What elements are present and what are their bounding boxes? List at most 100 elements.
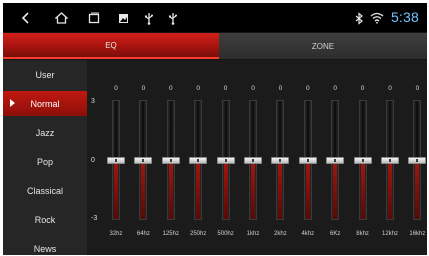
band-frequency-label: 4khz: [301, 231, 315, 237]
knob-handle-icon: [161, 156, 180, 164]
band-frequency-label: 1khz: [246, 231, 260, 237]
slider-fill: [196, 161, 201, 219]
preset-classical[interactable]: Classical: [3, 178, 87, 203]
slider-knob[interactable]: [381, 156, 399, 164]
preset-pop[interactable]: Pop: [3, 149, 87, 174]
band-frequency-label: 8khz: [356, 231, 369, 237]
tab-bar: EQ ZONE: [3, 33, 427, 59]
slider-fill: [114, 161, 118, 219]
eq-band: 0 2khz: [267, 60, 293, 255]
eq-band: 0 8khz: [350, 60, 376, 255]
eq-band: 0 6Kz: [322, 60, 348, 255]
preset-label: Pop: [36, 156, 53, 167]
preset-user[interactable]: User: [3, 62, 87, 87]
scale-max: 3: [91, 98, 95, 105]
knob-handle-icon: [216, 156, 235, 164]
band-value: 0: [251, 85, 255, 92]
band-frequency-label: 12khz: [381, 231, 398, 237]
equalizer-panel: 3 0 -3 0 32hz 0 64hz 0 125hz 0 250hz 0 500hz 0 1khz…: [87, 60, 427, 255]
knob-handle-icon: [353, 156, 372, 164]
slider-fill: [360, 161, 365, 219]
knob-handle-icon: [134, 156, 153, 164]
slider-fill: [251, 161, 255, 219]
band-value: 0: [114, 85, 118, 92]
band-value: 0: [278, 85, 283, 92]
image-icon: [116, 11, 130, 25]
band-frequency-label: 2khz: [274, 231, 287, 237]
slider-fill: [223, 161, 228, 219]
preset-rock[interactable]: Rock: [3, 207, 87, 232]
scale-min: -3: [91, 215, 98, 222]
preset-normal[interactable]: Normal: [3, 91, 87, 116]
slider-fill: [141, 161, 146, 219]
eq-band: 0 250hz: [185, 60, 211, 255]
preset-label: Jazz: [35, 127, 55, 138]
knob-handle-icon: [271, 156, 290, 164]
band-value: 0: [141, 85, 146, 92]
eq-band: 0 16khz: [404, 60, 427, 255]
eq-band: 0 32hz: [103, 60, 129, 255]
slider-knob[interactable]: [408, 156, 427, 164]
slider-knob[interactable]: [326, 156, 345, 164]
slider-knob[interactable]: [189, 156, 208, 164]
band-frequency-label: 16khz: [409, 231, 426, 237]
band-frequency-label: 125hz: [162, 231, 179, 237]
band-frequency-label: 32hz: [109, 231, 123, 237]
knob-handle-icon: [326, 156, 345, 164]
slider-knob[interactable]: [216, 156, 235, 164]
scale-mid: 0: [91, 157, 95, 164]
selected-arrow-icon: [10, 99, 15, 107]
eq-band: 0 64hz: [130, 60, 156, 255]
slider-fill: [305, 161, 310, 219]
band-value: 0: [415, 85, 420, 92]
knob-handle-icon: [381, 156, 399, 164]
tab-zone[interactable]: ZONE: [219, 33, 427, 59]
slider-knob[interactable]: [271, 156, 290, 164]
band-value: 0: [223, 85, 228, 92]
band-frequency-label: 64hz: [136, 231, 150, 237]
back-icon[interactable]: [19, 11, 33, 25]
eq-band: 0 4khz: [295, 60, 321, 255]
band-value: 0: [333, 85, 337, 92]
tab-eq[interactable]: EQ: [3, 33, 219, 59]
bluetooth-icon: [352, 11, 366, 25]
preset-label: Normal: [30, 98, 60, 109]
eq-band: 0 12khz: [377, 60, 403, 255]
knob-handle-icon: [189, 156, 208, 164]
preset-label: News: [33, 243, 57, 254]
home-icon[interactable]: [54, 11, 68, 25]
slider-knob[interactable]: [134, 156, 153, 164]
preset-news[interactable]: News: [3, 236, 87, 255]
usb-icon: [166, 11, 180, 25]
slider-fill: [278, 161, 283, 219]
usb-icon: [142, 11, 156, 25]
slider-fill: [333, 161, 338, 219]
slider-fill: [415, 161, 420, 219]
slider-fill: [388, 161, 392, 219]
band-value: 0: [360, 85, 365, 92]
recent-apps-icon[interactable]: [87, 11, 101, 25]
band-value: 0: [388, 85, 392, 92]
wifi-icon: [370, 11, 384, 25]
band-value: 0: [196, 85, 200, 92]
slider-knob[interactable]: [107, 156, 125, 164]
eq-band: 0 125hz: [158, 60, 184, 255]
slider-knob[interactable]: [161, 156, 180, 164]
preset-label: Classical: [26, 185, 63, 196]
eq-band: 0 500hz: [213, 60, 239, 255]
preset-jazz[interactable]: Jazz: [3, 120, 87, 145]
slider-knob[interactable]: [244, 156, 262, 164]
slider-knob[interactable]: [353, 156, 372, 164]
status-bar: 5:38: [3, 3, 427, 32]
slider-knob[interactable]: [298, 156, 317, 164]
eq-band: 0 1khz: [240, 60, 266, 255]
band-frequency-label: 250hz: [190, 231, 207, 237]
knob-handle-icon: [244, 156, 262, 164]
slider-fill: [168, 161, 173, 219]
band-value: 0: [168, 85, 173, 92]
band-frequency-label: 500hz: [217, 231, 234, 237]
band-value: 0: [305, 85, 310, 92]
eq-screen: 5:38 EQ ZONE User Normal Jazz Pop Classi…: [3, 3, 427, 255]
preset-label: Rock: [34, 214, 56, 225]
preset-label: User: [35, 69, 55, 80]
